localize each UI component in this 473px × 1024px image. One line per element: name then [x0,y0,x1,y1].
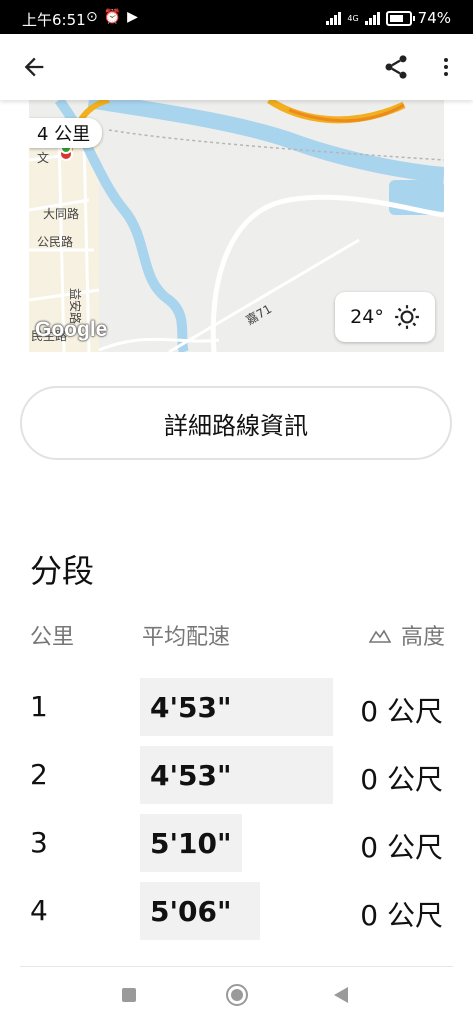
share-icon[interactable] [382,53,410,81]
split-row: 4 5'06" 0 公尺 [0,882,473,940]
weather-chip: 24° [335,292,435,342]
route-map[interactable]: 大同路 公民路 益安路 民生路 嘉71 文 4 公里 24° Google [29,100,444,352]
weather-temp: 24° [350,306,384,328]
split-elevation: 0 公尺 [360,695,443,728]
split-km: 1 [30,690,48,723]
divider [20,966,453,967]
split-row: 3 5'10" 0 公尺 [0,814,473,872]
split-elevation: 0 公尺 [360,763,443,796]
split-elevation: 0 公尺 [360,831,443,864]
status-right: 4G 74% [326,9,451,27]
splits-title: 分段 [30,552,95,590]
back-triangle-icon[interactable] [334,987,348,1003]
split-pace-bar: 4'53" [140,746,333,804]
header-pace: 平均配速 [142,625,231,650]
system-nav-bar [0,968,473,1024]
status-bar: 上午6:51 ⊙⏰▶ 4G 74% [0,0,473,34]
road-label: 大同路 [43,206,79,221]
app-bar [0,34,473,100]
status-notification-icons: ⊙⏰▶ [86,9,144,25]
split-elevation: 0 公尺 [360,899,443,932]
network-type: 4G [347,13,359,23]
battery-icon [385,10,415,26]
road-bottom [98,337,220,352]
header-km: 公里 [30,625,75,650]
signal-icon [326,11,342,25]
more-vert-icon[interactable] [434,53,458,81]
split-pace-bar: 5'10" [140,814,242,872]
split-km: 2 [30,758,48,791]
split-km: 3 [30,826,48,859]
home-icon[interactable] [226,984,248,1006]
google-logo: Google [35,318,108,341]
sun-icon [394,305,419,329]
split-row: 1 4'53" 0 公尺 [0,678,473,736]
signal-icon-2 [364,11,380,25]
road-label: 文 [37,150,49,165]
road-diagonal [168,238,360,352]
battery-level: 74% [417,9,451,27]
split-km: 4 [30,894,48,927]
road-label: 公民路 [37,234,73,249]
recents-icon[interactable] [122,988,136,1002]
split-pace-bar: 4'53" [140,678,333,736]
header-elevation: 高度 [368,619,445,651]
mountain-icon [368,629,391,643]
split-pace-bar: 5'06" [140,882,260,940]
split-row: 2 4'53" 0 公尺 [0,746,473,804]
header-elevation-label: 高度 [400,625,445,650]
status-time: 上午6:51 [22,11,86,29]
arrow-left-icon[interactable] [20,53,48,81]
distance-chip: 4 公里 [29,118,103,148]
route-details-button[interactable]: 詳細路線資訊 [20,386,452,460]
